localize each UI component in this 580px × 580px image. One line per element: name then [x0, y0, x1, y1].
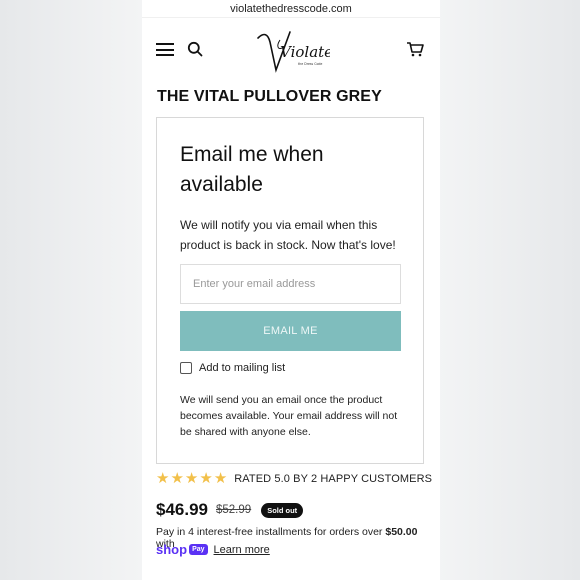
learn-more-link[interactable]: Learn more: [214, 544, 270, 556]
brand-logo[interactable]: Violate the Dress Code: [250, 24, 330, 80]
rating-summary[interactable]: ★ ★ ★ ★ ★ RATED 5.0 BY 2 HAPPY CUSTOMERS: [156, 471, 432, 487]
mailing-list-checkbox-row[interactable]: Add to mailing list: [180, 362, 285, 374]
privacy-disclaimer: We will send you an email once the produ…: [180, 394, 398, 438]
logo-tagline: the Dress Code: [298, 62, 322, 66]
url-text: violatethedresscode.com: [230, 3, 352, 15]
background-left: [0, 0, 142, 580]
price-row: $46.99 $52.99 Sold out: [156, 500, 304, 520]
notify-me-card: Email me when available We will notify y…: [156, 117, 424, 464]
star-icon: ★: [170, 470, 184, 487]
email-me-button[interactable]: EMAIL ME: [180, 311, 401, 351]
sale-price: $46.99: [156, 500, 208, 519]
installments-amount: $50.00: [385, 526, 418, 538]
star-icon: ★: [199, 470, 213, 487]
background-right: [438, 0, 580, 580]
notify-message: We will notify you via email when this p…: [180, 218, 396, 252]
cart-icon[interactable]: [406, 41, 424, 57]
site-header: Violate the Dress Code: [142, 18, 440, 80]
rating-text: RATED 5.0 BY 2 HAPPY CUSTOMERS: [234, 473, 433, 485]
mobile-page: violatethedresscode.com Violate the Dres…: [142, 0, 440, 580]
search-icon[interactable]: [187, 41, 203, 57]
product-title: THE VITAL PULLOVER GREY: [157, 88, 382, 105]
shop-pay-row: shop Pay Learn more: [156, 542, 270, 557]
hamburger-menu-icon[interactable]: [156, 43, 174, 56]
star-icon: ★: [213, 470, 228, 487]
logo-wordmark: Violate: [280, 43, 330, 61]
star-icon: ★: [184, 470, 199, 487]
checkbox-icon[interactable]: [180, 362, 192, 374]
mailing-list-label: Add to mailing list: [199, 362, 286, 374]
browser-url-bar[interactable]: violatethedresscode.com: [142, 0, 440, 18]
sold-out-badge: Sold out: [261, 502, 304, 518]
notify-heading: Email me when available: [180, 143, 324, 196]
installments-prefix: Pay in 4 interest-free installments for …: [156, 526, 383, 538]
shop-pay-logo: shop: [156, 542, 188, 557]
compare-at-price: $52.99: [216, 504, 252, 516]
rating-stars: ★ ★ ★ ★ ★: [156, 471, 228, 487]
star-icon: ★: [156, 470, 170, 487]
email-input[interactable]: [180, 264, 401, 304]
shop-pay-badge: Pay: [189, 544, 208, 555]
